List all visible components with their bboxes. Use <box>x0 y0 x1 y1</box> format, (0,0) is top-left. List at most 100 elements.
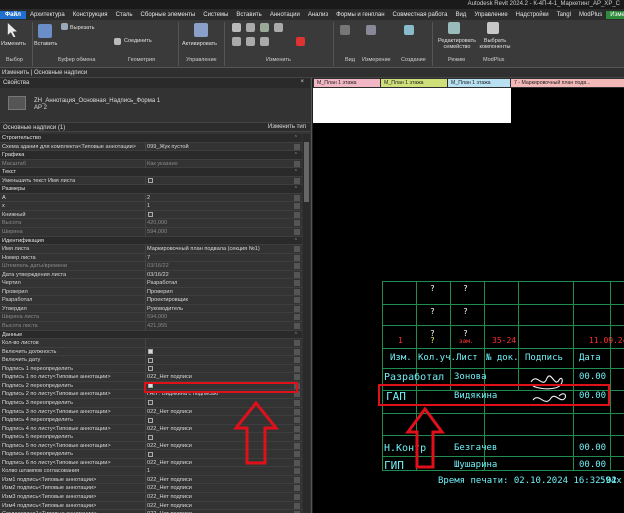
associate-parameter-button[interactable] <box>294 280 300 287</box>
property-checkbox[interactable] <box>148 400 153 406</box>
menu-tab-2[interactable]: Конструкция <box>69 12 112 18</box>
properties-scrollbar[interactable] <box>303 134 310 513</box>
drawing-viewport[interactable]: М_План 1 этажа М_План 1 этажа М_План 1 э… <box>313 78 624 513</box>
property-value[interactable]: 022_Нет подписи <box>147 476 297 484</box>
scroll-thumb[interactable] <box>304 142 309 202</box>
property-checkbox[interactable] <box>148 366 153 372</box>
property-value[interactable]: Проектировщик <box>147 296 297 304</box>
move-icon[interactable] <box>232 23 241 32</box>
associate-parameter-button[interactable] <box>294 143 300 150</box>
associate-parameter-button[interactable] <box>294 220 300 227</box>
measure-icon[interactable] <box>366 25 376 35</box>
property-value[interactable]: Как указано <box>147 160 297 168</box>
property-row[interactable]: Штемпель даты/времени 03/16/22 <box>0 262 302 271</box>
property-value[interactable]: 420,000 <box>147 219 297 227</box>
property-value[interactable]: 421,955 <box>147 322 297 330</box>
close-icon[interactable]: × <box>300 79 304 85</box>
associate-parameter-button[interactable] <box>294 365 300 372</box>
scale-icon[interactable] <box>246 37 255 46</box>
cut-icon[interactable] <box>61 23 68 30</box>
associate-parameter-button[interactable] <box>294 271 300 278</box>
property-row[interactable]: Чертил Разработал <box>0 279 302 288</box>
property-row[interactable]: Высота листа 421,955 <box>0 322 302 331</box>
property-row[interactable]: Подпись 1 по листу<Типовые аннотации> 022… <box>0 373 302 382</box>
property-value[interactable]: 022_Нет подписи <box>147 493 297 501</box>
associate-parameter-button[interactable] <box>294 348 300 355</box>
menu-tab-8[interactable]: Анализ <box>304 12 332 18</box>
property-row[interactable]: Дата утверждения листа 03/16/22 <box>0 270 302 280</box>
associate-parameter-button[interactable] <box>294 203 300 210</box>
menu-tab-0[interactable]: Файл <box>0 10 26 19</box>
cut-button[interactable]: Вырезать <box>70 25 94 31</box>
menu-tab-9[interactable]: Формы и генплан <box>332 12 388 18</box>
property-value[interactable]: 2 <box>147 194 297 202</box>
property-value[interactable]: Маркировочный план подвала (секция №1) <box>147 245 297 253</box>
activate-button[interactable]: Активировать <box>182 41 217 47</box>
select-components-button[interactable]: Выбрать компоненты <box>478 38 512 50</box>
menu-tab-1[interactable]: Архитектура <box>26 12 69 18</box>
property-row[interactable]: Проверил Проверил <box>0 287 302 297</box>
menu-tab-6[interactable]: Вставить <box>232 12 265 18</box>
associate-parameter-button[interactable] <box>294 194 300 201</box>
panel-control[interactable]: Управление <box>186 57 217 63</box>
panel-modify[interactable]: Изменить <box>266 57 291 63</box>
property-row[interactable]: Ширина листа 594,000 <box>0 313 302 323</box>
property-row[interactable]: Кол-во листов <box>0 339 302 348</box>
property-row[interactable]: Номер листа 7 <box>0 253 302 263</box>
menu-tab-15[interactable]: ModPlus <box>575 12 606 18</box>
associate-parameter-button[interactable] <box>294 476 300 483</box>
property-value[interactable]: 1 <box>147 202 297 210</box>
associate-parameter-button[interactable] <box>294 229 300 236</box>
associate-parameter-button[interactable] <box>294 160 300 167</box>
associate-parameter-button[interactable] <box>294 263 300 270</box>
select-components-icon[interactable] <box>487 22 499 34</box>
activate-icon[interactable] <box>194 23 208 37</box>
property-row[interactable]: Имя листа Маркировочный план подвала (сек… <box>0 245 302 254</box>
associate-parameter-button[interactable] <box>294 451 300 458</box>
property-checkbox[interactable] <box>148 417 153 423</box>
menu-tab-10[interactable]: Совместная работа <box>389 12 452 18</box>
property-row[interactable]: Книжный <box>0 210 302 220</box>
associate-parameter-button[interactable] <box>294 399 300 406</box>
menu-tab-16[interactable]: Изменить <box>606 10 624 19</box>
property-row[interactable]: Включить должность <box>0 347 302 357</box>
associate-parameter-button[interactable] <box>294 288 300 295</box>
panel-modplus[interactable]: ModPlus <box>483 57 504 63</box>
property-checkbox[interactable] <box>148 434 153 440</box>
property-value[interactable]: 594,000 <box>147 313 297 321</box>
selection-filter[interactable]: Основные надписи (1) Изменить тип <box>0 122 310 132</box>
associate-parameter-button[interactable] <box>294 254 300 261</box>
modify-button[interactable]: Изменить <box>1 41 26 47</box>
panel-clipboard[interactable]: Буфер обмена <box>58 57 95 63</box>
associate-parameter-button[interactable] <box>294 177 300 184</box>
paste-icon[interactable] <box>38 24 52 38</box>
associate-parameter-button[interactable] <box>294 493 300 500</box>
panel-geometry[interactable]: Геометрия <box>128 57 155 63</box>
join-icon[interactable] <box>114 38 121 45</box>
tab-view-2[interactable]: М_План 1 этажа <box>381 79 447 87</box>
property-group-header[interactable]: Графика ⌃ <box>0 151 302 160</box>
property-checkbox[interactable] <box>148 349 153 355</box>
tab-view-4[interactable]: 7 - Маркировочный план подв... <box>511 79 624 87</box>
property-row[interactable]: Изм1 подпись<Типовые аннотации> 022_Нет п… <box>0 475 302 485</box>
associate-parameter-button[interactable] <box>294 442 300 449</box>
property-value[interactable]: 7 <box>147 254 297 262</box>
menu-tab-4[interactable]: Сборные элементы <box>137 12 200 18</box>
property-value[interactable]: Проверил <box>147 288 297 296</box>
collapse-icon[interactable]: ⌃ <box>294 237 298 245</box>
property-value[interactable]: 594,000 <box>147 228 297 236</box>
property-group-header[interactable]: Данные ⌃ <box>0 330 302 340</box>
associate-parameter-button[interactable] <box>294 340 300 347</box>
property-value[interactable]: 022_Нет подписи <box>147 373 297 381</box>
property-group-header[interactable]: Строительство ⌃ <box>0 134 302 143</box>
property-row[interactable]: Изм4 подпись<Типовые аннотации> 022_Нет п… <box>0 501 302 511</box>
property-value[interactable]: Разработал <box>147 279 297 287</box>
property-checkbox[interactable] <box>148 451 153 457</box>
property-row[interactable]: Колво штампов согласования 1 <box>0 467 302 476</box>
menu-tab-13[interactable]: Надстройки <box>512 12 553 18</box>
property-checkbox[interactable] <box>148 357 153 363</box>
associate-parameter-button[interactable] <box>294 323 300 330</box>
collapse-icon[interactable]: ⌃ <box>294 185 298 193</box>
property-row[interactable]: Разработал Проектировщик <box>0 296 302 305</box>
panel-mode[interactable]: Режим <box>448 57 465 63</box>
